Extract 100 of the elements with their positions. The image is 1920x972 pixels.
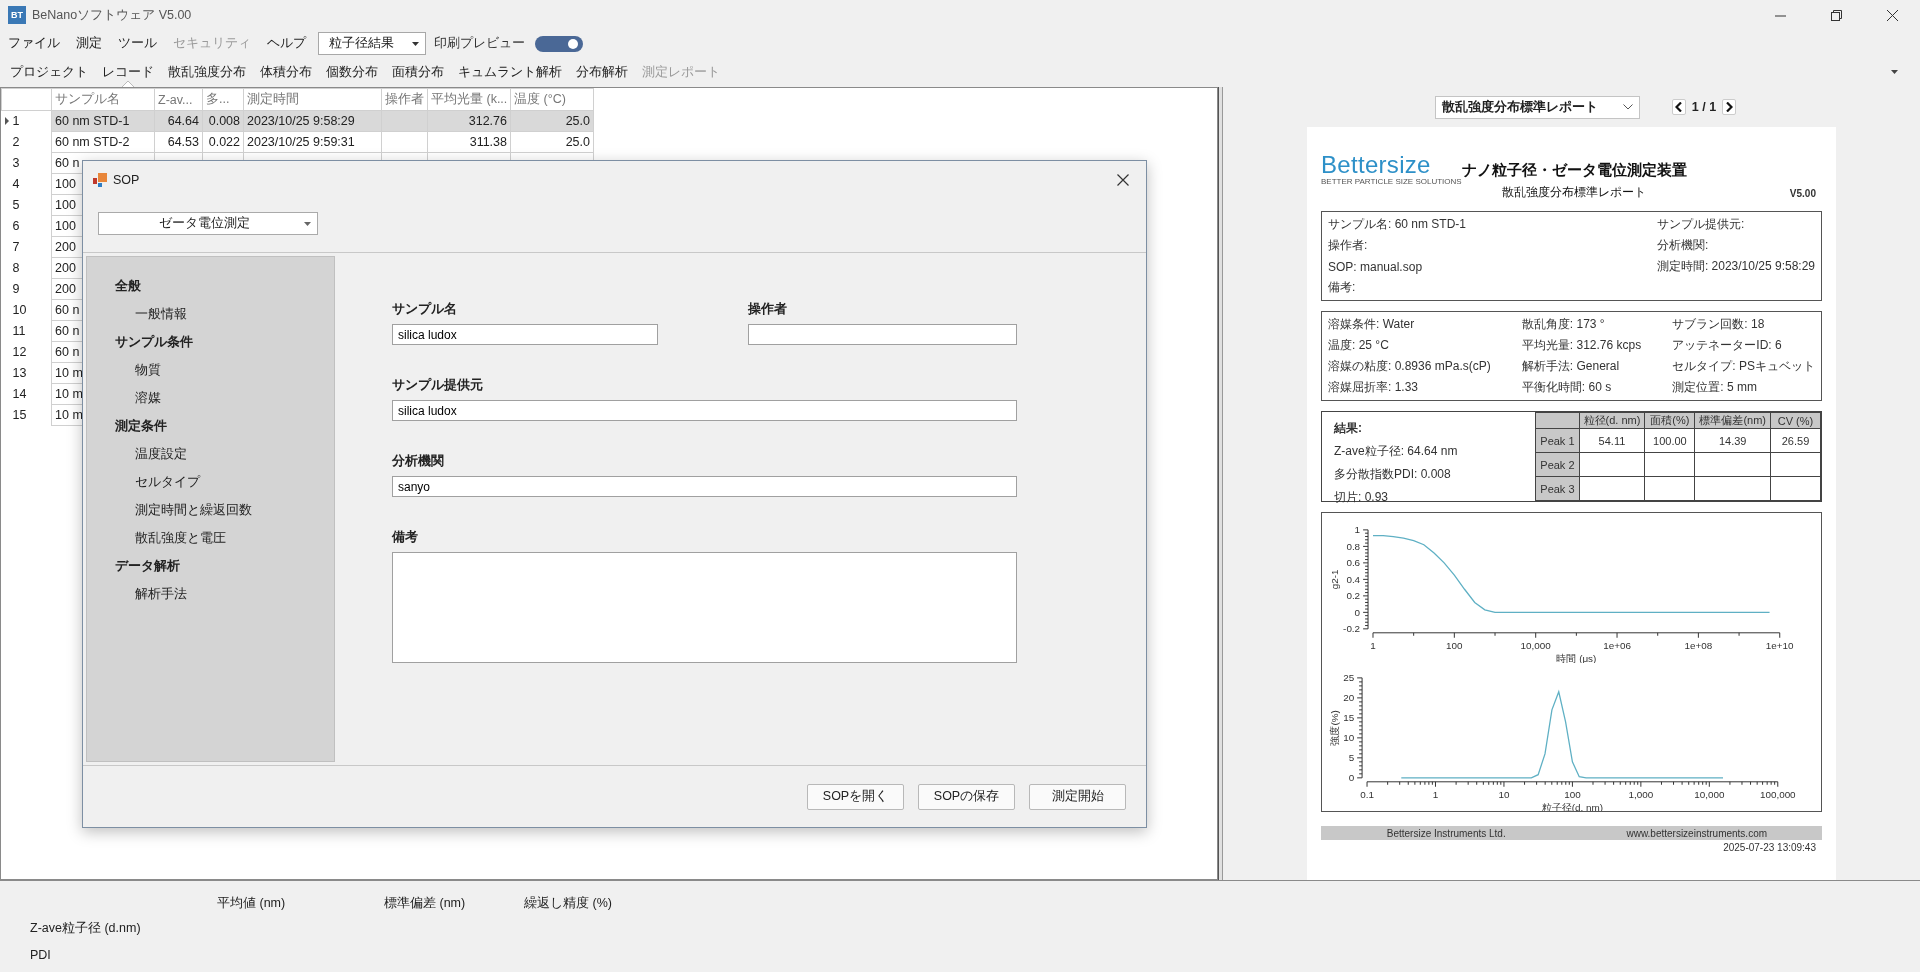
column-header: 標準偏差 (nm) — [384, 895, 467, 912]
tick-label: 10 — [1343, 731, 1355, 743]
row-number: 10 — [12, 303, 27, 317]
info-text: アッテネーターID: 6 — [1672, 337, 1783, 354]
text-field[interactable] — [748, 324, 1017, 345]
row-number: 5 — [12, 198, 20, 212]
print-preview-toggle[interactable] — [535, 35, 583, 52]
nav-item[interactable]: セルタイプ — [115, 468, 334, 496]
menu-item[interactable]: ツール — [110, 32, 165, 55]
row-number: 9 — [12, 282, 20, 296]
tab[interactable]: プロジェクト — [3, 57, 95, 87]
menu-item[interactable]: ヘルプ — [259, 32, 314, 55]
table-cell: 60 n — [55, 345, 80, 359]
tick-label: 20 — [1343, 691, 1355, 703]
nav-item[interactable]: 解析手法 — [115, 580, 334, 608]
window-title: BeNanoソフトウェア V5.00 — [32, 6, 192, 24]
table-cell: 0.022 — [208, 135, 240, 149]
tab[interactable]: 散乱強度分布 — [161, 57, 253, 87]
nav-item[interactable]: 全般 — [115, 272, 334, 300]
tick-label: 100 — [1446, 639, 1463, 651]
caret-icon[interactable] — [1891, 70, 1898, 74]
tick-label: 15 — [1343, 711, 1355, 723]
result-dropdown[interactable]: 粒子径結果 — [318, 32, 426, 55]
nav-item[interactable]: 温度設定 — [115, 440, 334, 468]
tick-label: 0.6 — [1346, 557, 1361, 569]
previous-page-button[interactable] — [1671, 99, 1686, 115]
row-header: Peak 3 — [1535, 476, 1580, 501]
table-cell: 60 n — [55, 156, 80, 170]
notes-field[interactable] — [392, 552, 1017, 663]
tick-label: 1e+08 — [1684, 639, 1713, 651]
tick-label: 0 — [1354, 606, 1361, 618]
menu-item[interactable]: ファイル — [0, 32, 68, 55]
column-header: 標準偏差(nm) — [1694, 412, 1771, 429]
nav-item[interactable]: データ解析 — [115, 552, 334, 580]
table-cell: 2023/10/25 9:58:29 — [247, 114, 355, 128]
chevron-right-icon — [1725, 102, 1733, 112]
footer-text: Bettersize Instruments Ltd. — [1385, 827, 1507, 839]
row-number: 14 — [12, 387, 27, 401]
tab[interactable]: 個数分布 — [319, 57, 385, 87]
table-cell: 312.76 — [468, 114, 507, 128]
tick-label: 10,000 — [1694, 788, 1725, 800]
column-header: 平均値 (nm) — [217, 895, 287, 912]
column-header[interactable]: 平均光量 (k... — [427, 88, 511, 111]
table-cell: 25.0 — [565, 135, 590, 149]
dialog-button[interactable]: SOPの保存 — [918, 783, 1015, 810]
table-cell: 64.64 — [167, 114, 199, 128]
nav-item[interactable]: 溶媒 — [115, 384, 334, 412]
dialog-button[interactable]: 測定開始 — [1029, 783, 1126, 810]
table-cell: 60 nm STD-2 — [55, 135, 130, 149]
menu-item[interactable]: 測定 — [68, 32, 110, 55]
table-cell: 10 m — [55, 366, 83, 380]
table-cell: 311.38 — [469, 135, 507, 149]
table-cell: 100 — [55, 198, 76, 212]
mode-dropdown[interactable]: ゼータ電位測定 — [98, 212, 318, 235]
tick-label: 1e+06 — [1603, 639, 1631, 651]
restore-icon — [1830, 9, 1842, 21]
column-header[interactable]: 温度 (°C) — [510, 88, 594, 111]
row-header: Peak 2 — [1535, 452, 1580, 477]
column-header[interactable]: 測定時間 — [243, 88, 382, 111]
app-icon — [93, 173, 107, 187]
report-template-dropdown[interactable]: 散乱強度分布標準レポート — [1434, 95, 1640, 119]
report-title: ナノ粒子径・ゼータ電位測定装置 — [1461, 161, 1687, 180]
table-row[interactable]: 2 60 nm STD-2 64.53 0.022 2023/10/25 9:59:31 311.38 25.0 — [1, 131, 594, 153]
table-cell: 10 m — [55, 408, 83, 422]
tab[interactable]: キュムラント解析 — [451, 57, 569, 87]
tab[interactable]: 面積分布 — [385, 57, 451, 87]
nav-item[interactable]: 散乱強度と電圧 — [115, 524, 334, 552]
info-text: 温度: 25 °C — [1328, 337, 1390, 354]
info-text: サンプル提供元: — [1656, 216, 1746, 233]
tab[interactable]: 体積分布 — [253, 57, 319, 87]
nav-item[interactable]: 物質 — [115, 356, 334, 384]
app-logo: BT — [8, 6, 26, 24]
nav-item[interactable]: 測定時間と繰返回数 — [115, 496, 334, 524]
nav-item[interactable]: サンプル条件 — [115, 328, 334, 356]
table-cell: 200 — [55, 240, 76, 254]
tab[interactable]: レコード — [95, 57, 161, 87]
tab[interactable]: 分布解析 — [569, 57, 635, 87]
table-cell: 25.0 — [565, 114, 590, 128]
table-cell: 60 n — [55, 324, 80, 338]
nav-item[interactable]: 一般情報 — [115, 300, 334, 328]
close-icon — [1886, 9, 1898, 21]
info-text: 測定位置: 5 mm — [1672, 379, 1758, 396]
info-text: サンプル名: 60 nm STD-1 — [1328, 216, 1467, 233]
field-label: サンプル提供元 — [392, 376, 484, 394]
column-header[interactable]: Z-av... — [154, 88, 203, 111]
info-text: 操作者: — [1328, 237, 1369, 254]
next-page-button[interactable] — [1722, 99, 1737, 115]
text-field[interactable]: silica ludox — [392, 400, 1017, 421]
dialog-button[interactable]: SOPを開く — [807, 783, 904, 810]
close-icon — [1117, 174, 1129, 186]
row-number: 2 — [12, 135, 20, 149]
tick-label: 1 — [1432, 788, 1439, 800]
nav-item[interactable]: 測定条件 — [115, 412, 334, 440]
column-header[interactable]: 多... — [202, 88, 244, 111]
text-field[interactable]: silica ludox — [392, 324, 658, 345]
table-row[interactable]: 1 60 nm STD-1 64.64 0.008 2023/10/25 9:58:29 312.76 25.0 — [1, 110, 594, 132]
text-field[interactable]: sanyo — [392, 476, 1017, 497]
column-header[interactable]: 操作者 — [381, 88, 428, 111]
result-text: 切片: 0.93 — [1334, 489, 1390, 506]
table-cell: 200 — [55, 282, 76, 296]
